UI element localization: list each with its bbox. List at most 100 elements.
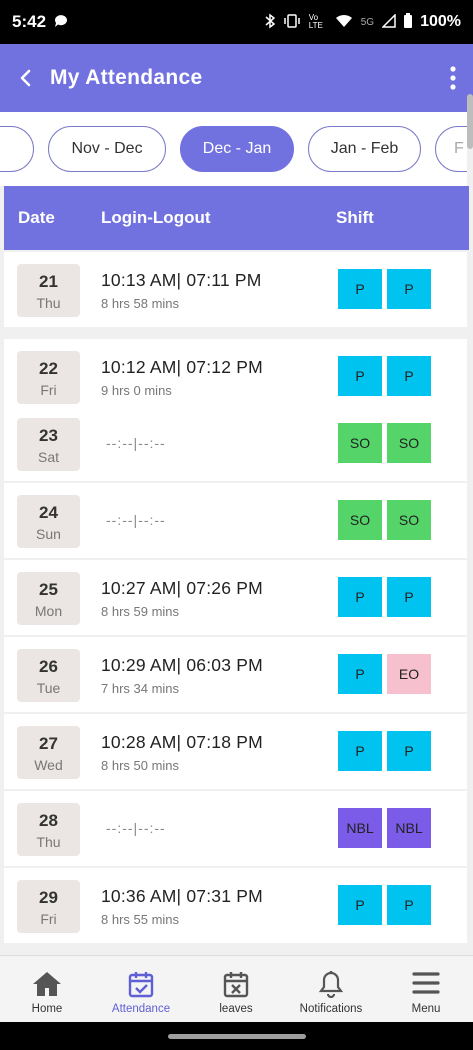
nav-attendance-label: Attendance bbox=[111, 1003, 171, 1015]
battery-percent: 100% bbox=[420, 13, 461, 30]
work-duration: 8 hrs 59 mins bbox=[101, 604, 180, 619]
status-icons: Vo LTE 5G 100% bbox=[265, 12, 461, 32]
shift-badge-first-half: SO bbox=[338, 500, 382, 540]
nav-home-label: Home bbox=[31, 1003, 63, 1015]
date-number: 22 bbox=[39, 359, 58, 378]
date-box: 22 Fri bbox=[17, 351, 80, 404]
work-duration: 7 hrs 34 mins bbox=[101, 681, 180, 696]
date-number: 26 bbox=[39, 657, 58, 676]
nav-notifications[interactable]: Notifications bbox=[284, 956, 378, 1023]
shift-badge-first-half: P bbox=[338, 356, 382, 396]
date-box: 29 Fri bbox=[17, 880, 80, 933]
date-box: 21 Thu bbox=[17, 264, 80, 317]
table-header: Date Login-Logout Shift bbox=[4, 186, 469, 250]
shift-badge-first-half: P bbox=[338, 577, 382, 617]
more-vertical-icon bbox=[450, 66, 456, 90]
column-header-login-logout: Login-Logout bbox=[101, 208, 211, 227]
login-logout-time: 10:27 AM| 07:26 PM bbox=[101, 578, 263, 598]
shift-badge-second-half: P bbox=[387, 577, 431, 617]
date-number: 21 bbox=[39, 272, 58, 291]
nav-notifications-label: Notifications bbox=[299, 1003, 363, 1015]
table-row[interactable]: 28 Thu --:--|--:-- NBL NBL bbox=[4, 791, 467, 866]
nav-home[interactable]: Home bbox=[0, 956, 94, 1023]
date-weekday: Fri bbox=[40, 911, 57, 927]
work-duration: 9 hrs 0 mins bbox=[101, 383, 172, 398]
status-time: 5:42 bbox=[12, 12, 47, 31]
status-bar: 5:42 Vo LTE 5G 100% bbox=[0, 0, 473, 44]
bell-icon bbox=[318, 970, 344, 1003]
volte-label: Vo LTE bbox=[308, 13, 323, 30]
signal-icon bbox=[381, 12, 396, 31]
gesture-handle[interactable] bbox=[168, 1034, 306, 1039]
nav-attendance[interactable]: Attendance bbox=[94, 956, 188, 1023]
page-title: My Attendance bbox=[50, 66, 203, 89]
chat-bubble-icon bbox=[54, 14, 68, 31]
date-weekday: Fri bbox=[40, 382, 57, 398]
date-weekday: Thu bbox=[36, 834, 61, 850]
shift-badge-second-half: P bbox=[387, 731, 431, 771]
shift-badge-first-half: NBL bbox=[338, 808, 382, 848]
date-weekday: Wed bbox=[34, 757, 63, 773]
login-logout-time: 10:29 AM| 06:03 PM bbox=[101, 655, 263, 675]
app-bar: My Attendance bbox=[0, 44, 473, 112]
login-logout-time-empty: --:--|--:-- bbox=[106, 435, 166, 451]
table-row[interactable]: 24 Sun --:--|--:-- SO SO bbox=[4, 483, 467, 558]
date-number: 25 bbox=[39, 580, 58, 599]
date-weekday: Mon bbox=[34, 603, 63, 619]
login-logout-time: 10:13 AM| 07:11 PM bbox=[101, 270, 262, 290]
table-row[interactable]: 26 Tue 10:29 AM| 06:03 PM 7 hrs 34 mins … bbox=[4, 637, 467, 712]
tab-period-nov-dec[interactable]: Nov - Dec bbox=[48, 126, 166, 172]
back-button[interactable] bbox=[0, 44, 50, 112]
date-box: 23 Sat bbox=[17, 418, 80, 471]
table-row[interactable]: 23 Sat --:--|--:-- SO SO bbox=[4, 406, 467, 481]
date-weekday: Thu bbox=[36, 295, 61, 311]
column-header-shift: Shift bbox=[336, 208, 374, 227]
menu-icon bbox=[412, 970, 440, 1001]
date-weekday: Sat bbox=[37, 449, 59, 465]
work-duration: 8 hrs 50 mins bbox=[101, 758, 180, 773]
date-box: 26 Tue bbox=[17, 649, 80, 702]
shift-badge-first-half: P bbox=[338, 269, 382, 309]
scrollbar[interactable] bbox=[467, 94, 473, 149]
battery-icon bbox=[404, 13, 413, 31]
tab-period-prev[interactable] bbox=[0, 126, 34, 172]
tab-period-next[interactable]: F bbox=[435, 126, 467, 172]
tab-period-dec-jan[interactable]: Dec - Jan bbox=[180, 126, 294, 172]
wifi-icon bbox=[335, 14, 353, 31]
period-tabs: Nov - Dec Dec - Jan Jan - Feb F bbox=[0, 112, 467, 186]
shift-badge-second-half: P bbox=[387, 269, 431, 309]
date-box: 28 Thu bbox=[17, 803, 80, 856]
table-row[interactable]: 25 Mon 10:27 AM| 07:26 PM 8 hrs 59 mins … bbox=[4, 560, 467, 635]
date-box: 24 Sun bbox=[17, 495, 80, 548]
table-row[interactable]: 27 Wed 10:28 AM| 07:18 PM 8 hrs 50 mins … bbox=[4, 714, 467, 789]
work-duration: 8 hrs 55 mins bbox=[101, 912, 180, 927]
shift-badge-first-half: P bbox=[338, 731, 382, 771]
calendar-x-icon bbox=[223, 970, 249, 1003]
shift-badge-first-half: SO bbox=[338, 423, 382, 463]
date-number: 28 bbox=[39, 811, 58, 830]
column-header-date: Date bbox=[18, 208, 55, 227]
shift-badge-second-half: EO bbox=[387, 654, 431, 694]
date-number: 27 bbox=[39, 734, 58, 753]
login-logout-time-empty: --:--|--:-- bbox=[106, 512, 166, 528]
nav-leaves[interactable]: leaves bbox=[189, 956, 283, 1023]
shift-badge-second-half: P bbox=[387, 885, 431, 925]
table-row[interactable]: 29 Fri 10:36 AM| 07:31 PM 8 hrs 55 mins … bbox=[4, 868, 467, 943]
shift-badge-second-half: SO bbox=[387, 500, 431, 540]
date-number: 23 bbox=[39, 426, 58, 445]
date-weekday: Sun bbox=[36, 526, 61, 542]
login-logout-time-empty: --:--|--:-- bbox=[106, 820, 166, 836]
shift-badge-first-half: P bbox=[338, 885, 382, 925]
table-row[interactable]: 22 Fri 10:12 AM| 07:12 PM 9 hrs 0 mins P… bbox=[4, 339, 467, 414]
tab-period-jan-feb[interactable]: Jan - Feb bbox=[308, 126, 421, 172]
bluetooth-icon bbox=[265, 13, 275, 32]
nav-menu[interactable]: Menu bbox=[379, 956, 473, 1023]
gesture-area bbox=[0, 1022, 473, 1050]
vibrate-icon bbox=[283, 13, 301, 31]
table-row[interactable]: 21 Thu 10:13 AM| 07:11 PM 8 hrs 58 mins … bbox=[4, 252, 467, 327]
date-box: 25 Mon bbox=[17, 572, 80, 625]
work-duration: 8 hrs 58 mins bbox=[101, 296, 180, 311]
date-weekday: Tue bbox=[36, 680, 61, 696]
login-logout-time: 10:36 AM| 07:31 PM bbox=[101, 886, 263, 906]
calendar-check-icon bbox=[128, 970, 154, 1003]
